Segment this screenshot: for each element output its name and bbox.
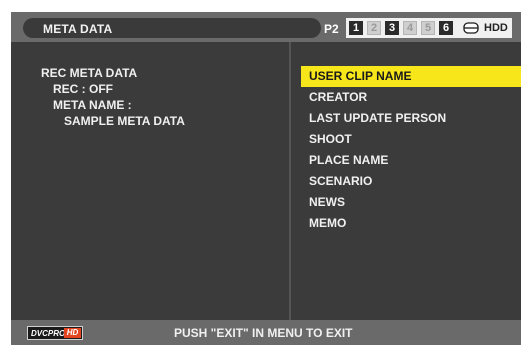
header-bar: META DATA P2 1 2 3 4 5 6 HDD — [11, 12, 521, 42]
panel-divider — [289, 42, 291, 320]
menu-item-news[interactable]: NEWS — [301, 192, 521, 213]
meta-data-screen: META DATA P2 1 2 3 4 5 6 HDD REC META DA… — [11, 12, 521, 345]
media-status: P2 1 2 3 4 5 6 HDD — [324, 18, 514, 38]
meta-name-value: SAMPLE META DATA — [64, 114, 185, 128]
media-label: P2 — [324, 22, 339, 36]
dvcpro-hd-logo: DVCPRO HD — [27, 326, 83, 340]
meta-data-menu: USER CLIP NAME CREATOR LAST UPDATE PERSO… — [301, 66, 521, 234]
slot-indicator: 6 — [439, 21, 453, 35]
menu-item-scenario[interactable]: SCENARIO — [301, 171, 521, 192]
slot-indicators: 1 2 3 4 5 6 HDD — [346, 18, 512, 38]
hdd-icon — [463, 22, 479, 34]
rec-status: REC : OFF — [53, 82, 113, 96]
menu-item-place-name[interactable]: PLACE NAME — [301, 150, 521, 171]
slot-indicator: 4 — [403, 21, 417, 35]
rec-meta-data-panel: REC META DATA REC : OFF META NAME : SAMP… — [11, 42, 289, 320]
slot-indicator: 1 — [349, 21, 363, 35]
logo-text: DVCPRO — [31, 329, 66, 338]
drive-label: HDD — [484, 22, 508, 34]
page-title: META DATA — [43, 22, 113, 36]
menu-item-user-clip-name[interactable]: USER CLIP NAME — [301, 66, 521, 87]
exit-message: PUSH "EXIT" IN MENU TO EXIT — [174, 326, 353, 340]
slot-indicator: 3 — [385, 21, 399, 35]
logo-badge: HD — [64, 328, 81, 338]
menu-item-memo[interactable]: MEMO — [301, 213, 521, 234]
menu-item-creator[interactable]: CREATOR — [301, 87, 521, 108]
rec-meta-data-heading: REC META DATA — [41, 66, 138, 80]
meta-name-label: META NAME : — [53, 98, 132, 112]
slot-indicator: 5 — [421, 21, 435, 35]
menu-item-shoot[interactable]: SHOOT — [301, 129, 521, 150]
menu-item-last-update-person[interactable]: LAST UPDATE PERSON — [301, 108, 521, 129]
footer-bar: DVCPRO HD PUSH "EXIT" IN MENU TO EXIT — [11, 320, 521, 345]
slot-indicator: 2 — [367, 21, 381, 35]
